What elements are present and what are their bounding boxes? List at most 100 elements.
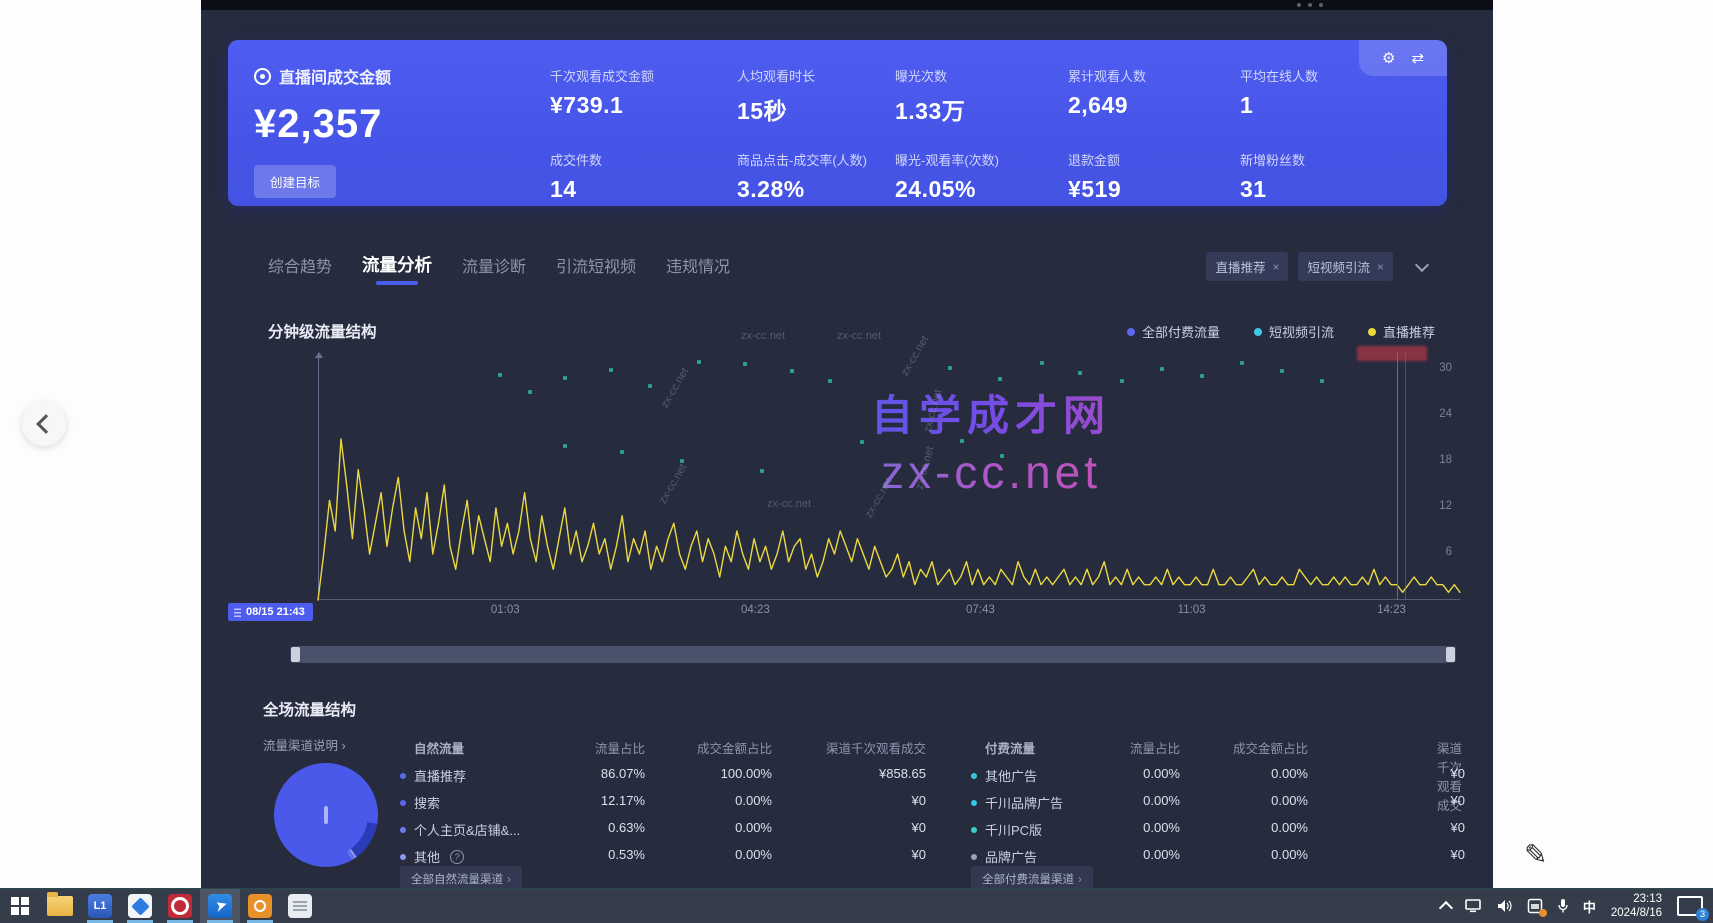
scatter-dot: [563, 444, 567, 448]
tab-overall-trend[interactable]: 综合趋势: [268, 253, 332, 285]
tab-referral-video[interactable]: 引流短视频: [556, 253, 636, 285]
traffic-donut-chart: [274, 763, 378, 867]
table-row: 千川品牌广告: [971, 793, 1063, 812]
taskbar-app-browser-active[interactable]: ➤: [200, 889, 240, 923]
slider-range[interactable]: [300, 646, 1446, 663]
metric-cell: 曝光-观看率(次数)24.05%: [895, 150, 1068, 203]
legend-paid-traffic[interactable]: 全部付费流量: [1127, 322, 1220, 341]
folder-icon: [47, 896, 73, 916]
table-row: 其他 ?: [400, 847, 464, 866]
scatter-dot: [1160, 367, 1164, 371]
primary-metric-value: ¥2,357: [254, 102, 391, 147]
cell-value: 0.00%: [735, 847, 772, 862]
filter-tag-short-video[interactable]: 短视频引流×: [1298, 252, 1393, 281]
taskbar-app-l1[interactable]: L1: [80, 889, 120, 923]
ime-indicator[interactable]: 中: [1577, 889, 1602, 923]
taskbar-app-teams[interactable]: [120, 889, 160, 923]
notification-icon: 3: [1677, 896, 1703, 916]
trend-line-svg: [318, 358, 1460, 600]
window-titlebar: [201, 0, 1493, 10]
taskbar-app-orange[interactable]: [240, 889, 280, 923]
cell-value: 0.00%: [1143, 847, 1180, 862]
chevron-left-icon: [36, 414, 56, 434]
taskbar-file-explorer[interactable]: [40, 889, 80, 923]
metric-cell: 退款金额¥519: [1068, 150, 1240, 203]
stream-end-marker-line: [1397, 352, 1406, 600]
minute-traffic-chart[interactable]: 30 24 18 12 6: [318, 358, 1460, 600]
red-ring-app-icon: [168, 894, 192, 918]
filter-tag-live-recommend[interactable]: 直播推荐×: [1206, 252, 1288, 281]
row-bullet: [971, 773, 977, 779]
table-row: 直播推荐: [400, 766, 466, 785]
legend-dot: [1127, 328, 1135, 336]
l1-app-icon: L1: [88, 894, 112, 918]
taskbar-app-red[interactable]: [160, 889, 200, 923]
tab-violations[interactable]: 违规情况: [666, 253, 730, 285]
axis-start-chip[interactable]: 08/15 21:43: [228, 603, 313, 621]
scatter-dot: [1000, 454, 1004, 458]
chart-range-slider[interactable]: [290, 646, 1456, 663]
chevron-down-icon[interactable]: [1415, 257, 1429, 271]
row-bullet: [400, 854, 406, 860]
slider-handle-left[interactable]: [291, 647, 300, 662]
cell-value: 86.07%: [601, 766, 645, 781]
info-icon[interactable]: ?: [450, 850, 464, 864]
swap-icon[interactable]: ⇄: [1411, 49, 1424, 67]
action-center-button[interactable]: 3: [1671, 889, 1709, 923]
cell-value: 0.00%: [1271, 847, 1308, 862]
cell-value: 0.00%: [735, 820, 772, 835]
network-monitor-icon: [1465, 899, 1483, 913]
tab-traffic-diagnosis[interactable]: 流量诊断: [462, 253, 526, 285]
table-row: 其他广告: [971, 766, 1037, 785]
create-goal-button[interactable]: 创建目标: [254, 165, 336, 198]
cell-value: 0.00%: [735, 793, 772, 808]
cell-value: ¥0: [1451, 793, 1465, 808]
tray-microphone[interactable]: [1551, 889, 1575, 923]
cell-value: 0.00%: [1271, 766, 1308, 781]
remove-tag-icon[interactable]: ×: [1272, 260, 1279, 274]
tray-volume[interactable]: [1491, 889, 1519, 923]
remove-tag-icon[interactable]: ×: [1377, 260, 1384, 274]
donut-inner: [284, 773, 368, 857]
metric-cell: 平均在线人数1: [1240, 66, 1377, 126]
page-back-button[interactable]: [22, 402, 66, 446]
tray-network[interactable]: [1459, 889, 1489, 923]
watermark-tile: zx-cc.net: [741, 330, 785, 342]
tab-traffic-analysis[interactable]: 流量分析: [362, 252, 432, 285]
taskbar-app-notepad[interactable]: [280, 889, 320, 923]
stream-end-marker-label: [1357, 346, 1427, 361]
cell-value: 0.63%: [608, 820, 645, 835]
table-row: 个人主页&店铺&...: [400, 820, 520, 839]
cell-value: ¥858.65: [879, 766, 926, 781]
cell-value: 100.00%: [721, 766, 772, 781]
chart-legend: 全部付费流量 短视频引流 直播推荐: [1127, 322, 1435, 341]
scatter-dot: [1240, 361, 1244, 365]
titlebar-controls: [1297, 3, 1323, 7]
slider-handle-right[interactable]: [1446, 647, 1455, 662]
scatter-dot: [1200, 374, 1204, 378]
tray-show-hidden[interactable]: [1435, 889, 1457, 923]
legend-short-video[interactable]: 短视频引流: [1254, 322, 1334, 341]
tray-clock[interactable]: 23:13 2024/8/16: [1604, 892, 1669, 921]
diamond-app-icon: [128, 894, 152, 918]
primary-metric-label: 直播间成交金额: [279, 64, 391, 88]
start-button[interactable]: [0, 889, 40, 923]
clock-date: 2024/8/16: [1611, 906, 1662, 920]
scatter-dot: [743, 362, 747, 366]
cell-value: 0.53%: [608, 847, 645, 862]
row-bullet: [971, 800, 977, 806]
cell-value: ¥0: [1451, 820, 1465, 835]
notepad-icon: [288, 894, 312, 918]
blue-arrow-app-icon: ➤: [208, 894, 232, 918]
minute-chart-title: 分钟级流量结构: [268, 320, 377, 342]
cell-value: ¥0: [912, 820, 926, 835]
legend-live-recommend[interactable]: 直播推荐: [1368, 322, 1435, 341]
tray-app-badged[interactable]: [1521, 889, 1549, 923]
col-per-k-view: 渠道千次观看成交: [826, 738, 926, 757]
metric-cell: 人均观看时长15秒: [737, 66, 895, 126]
channel-note-link[interactable]: 流量渠道说明 ›: [263, 735, 346, 754]
channel-filter: 直播推荐× 短视频引流×: [1206, 252, 1427, 281]
cell-value: 0.00%: [1143, 820, 1180, 835]
settings-gear-icon[interactable]: ⚙: [1382, 49, 1395, 67]
scatter-dot: [563, 376, 567, 380]
